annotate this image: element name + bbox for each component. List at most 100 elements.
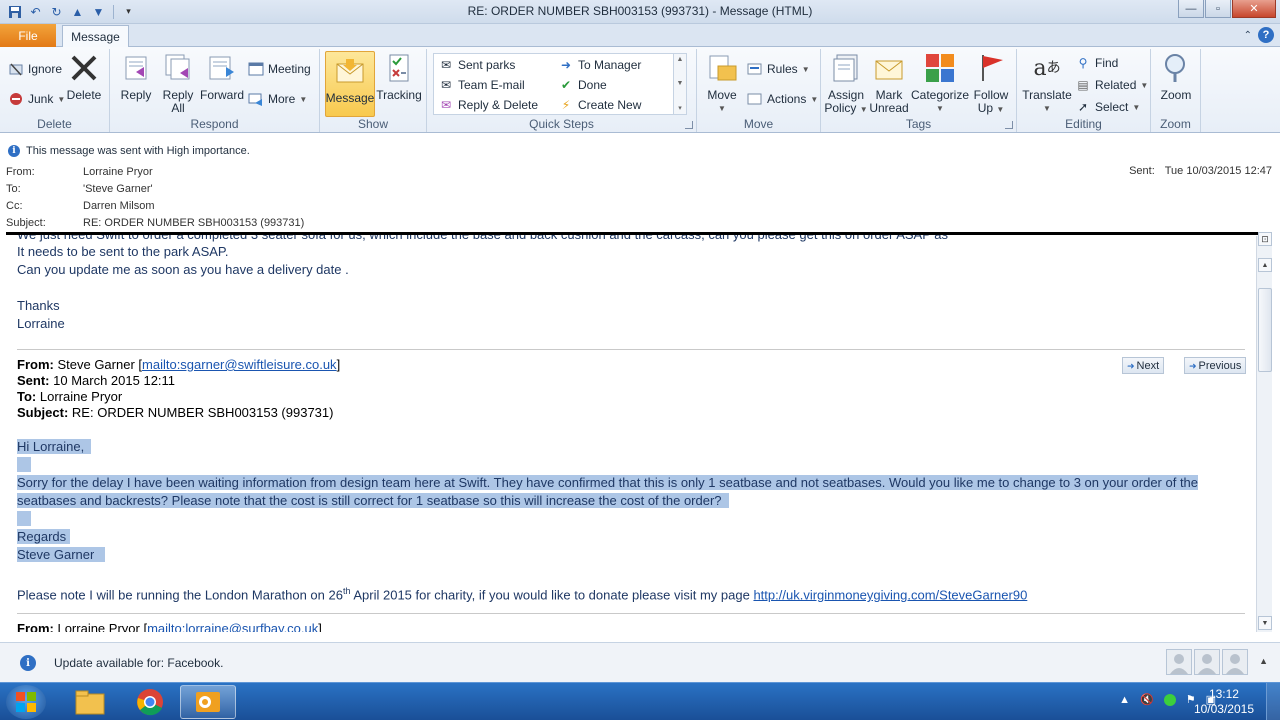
- respond-group: Reply Reply All Forward Meeting More ▼ R…: [110, 49, 320, 132]
- people-avatars: [1166, 649, 1248, 675]
- quickstep-done[interactable]: ✔ Done: [558, 75, 607, 95]
- quote-divider: [17, 349, 1245, 350]
- scroll-thumb[interactable]: [1258, 288, 1272, 372]
- quick-steps-group: ✉ Sent parks ➜ To Manager ✉ Team E-mail …: [427, 49, 697, 132]
- info-icon: i: [20, 655, 36, 671]
- translate-button[interactable]: aあ Translate ▼: [1021, 51, 1073, 115]
- find-button[interactable]: ⚲ Find: [1075, 53, 1119, 73]
- meeting-button[interactable]: Meeting: [248, 59, 311, 79]
- delete-group: Ignore Junk ▼ Delete Delete: [0, 49, 110, 132]
- junk-icon: [8, 91, 24, 107]
- delete-button[interactable]: Delete: [64, 51, 104, 102]
- rules-button[interactable]: Rules ▼: [747, 59, 810, 79]
- person-avatar-icon[interactable]: [1222, 649, 1248, 675]
- status-green-icon[interactable]: [1163, 693, 1176, 706]
- donation-link[interactable]: http://uk.virginmoneygiving.com/SteveGar…: [753, 587, 1027, 602]
- importance-banner: i This message was sent with High import…: [8, 145, 250, 157]
- ignore-button[interactable]: Ignore: [8, 59, 62, 79]
- next-arrow-icon: ➜: [1127, 360, 1135, 371]
- categorize-button[interactable]: Categorize ▼: [911, 51, 969, 115]
- cursor-icon: ➚: [1077, 100, 1089, 114]
- volume-muted-icon[interactable]: 🔇: [1140, 693, 1154, 706]
- more-respond-button[interactable]: More ▼: [248, 89, 307, 109]
- collapse-ribbon-icon[interactable]: ⌃: [1244, 30, 1252, 41]
- person-avatar-icon[interactable]: [1194, 649, 1220, 675]
- quickstep-to-manager[interactable]: ➜ To Manager: [558, 55, 641, 75]
- reply-all-button[interactable]: Reply All: [158, 51, 198, 115]
- forward-button[interactable]: Forward: [200, 51, 244, 102]
- explorer-taskbar-button[interactable]: [62, 685, 118, 719]
- person-avatar-icon[interactable]: [1166, 649, 1192, 675]
- checkmark-icon: ✔: [560, 78, 572, 92]
- outlook-taskbar-button[interactable]: [180, 685, 236, 719]
- junk-button[interactable]: Junk ▼: [8, 89, 65, 109]
- to-value[interactable]: 'Steve Garner': [83, 183, 153, 195]
- body-scrollbar[interactable]: ⊡ ▲ ▼: [1256, 232, 1272, 632]
- show-hidden-icons-icon[interactable]: ▲: [1119, 694, 1130, 706]
- move-folder-icon: [705, 51, 739, 85]
- mark-unread-button[interactable]: Mark Unread: [869, 51, 909, 115]
- quickstep-reply-delete[interactable]: ✉ Reply & Delete: [438, 95, 538, 115]
- quoted-sent-line: Sent: 10 March 2015 12:11: [17, 373, 176, 388]
- quickstep-create-new[interactable]: ⚡ Create New: [558, 95, 642, 115]
- expand-people-pane-icon[interactable]: ▲: [1259, 656, 1268, 666]
- assign-policy-button[interactable]: Assign Policy ▼: [823, 51, 869, 116]
- from-value[interactable]: Lorraine Pryor: [83, 166, 153, 178]
- taskbar-clock[interactable]: 13:12 10/03/2015: [1194, 687, 1254, 717]
- team-email-icon: ✉: [440, 78, 452, 92]
- windows-logo-icon: [16, 692, 36, 712]
- zoom-slider-icon[interactable]: ⊡: [1258, 232, 1272, 246]
- from-row: From: Lorraine Pryor: [6, 166, 153, 178]
- show-message-button[interactable]: Message: [325, 51, 375, 117]
- tab-message[interactable]: Message: [62, 25, 129, 48]
- chrome-taskbar-button[interactable]: [122, 685, 178, 719]
- scroll-down-button[interactable]: ▼: [1258, 616, 1272, 630]
- follow-up-button[interactable]: Follow Up ▼: [971, 51, 1011, 116]
- next-quoted-from-line: From: Lorraine Pryor [mailto:lorraine@su…: [17, 621, 322, 632]
- delete-x-icon: [67, 51, 101, 85]
- quick-steps-gallery: ✉ Sent parks ➜ To Manager ✉ Team E-mail …: [433, 53, 687, 115]
- message-body[interactable]: We just need Swift to order a completed …: [6, 232, 1272, 632]
- chrome-icon: [137, 689, 163, 716]
- scroll-down-icon[interactable]: ▼: [677, 80, 684, 87]
- tab-file[interactable]: File: [0, 24, 56, 47]
- zoom-group: Zoom Zoom: [1151, 49, 1201, 132]
- quoted-from-email-link[interactable]: mailto:sgarner@swiftleisure.co.uk: [142, 357, 337, 372]
- next-quoted-email-link[interactable]: mailto:lorraine@surfbay.co.uk: [147, 621, 318, 632]
- reply-icon: [119, 51, 153, 85]
- info-icon: i: [8, 145, 20, 157]
- expand-gallery-icon[interactable]: ▾: [678, 104, 682, 112]
- rules-icon: [747, 61, 763, 77]
- cc-value[interactable]: Darren Milsom: [83, 200, 155, 212]
- select-button[interactable]: ➚ Select ▼: [1075, 97, 1140, 117]
- maximize-button[interactable]: ▫: [1205, 0, 1231, 18]
- assign-policy-icon: [829, 51, 863, 85]
- reply-button[interactable]: Reply: [116, 51, 156, 102]
- close-button[interactable]: ✕: [1232, 0, 1276, 18]
- scroll-up-icon[interactable]: ▲: [677, 56, 684, 63]
- quickstep-team-email[interactable]: ✉ Team E-mail: [438, 75, 525, 95]
- reply-all-icon: [161, 51, 195, 85]
- help-icon[interactable]: ?: [1258, 27, 1274, 43]
- quick-steps-scroll[interactable]: ▲ ▼ ▾: [673, 54, 686, 114]
- sent-value: Tue 10/03/2015 12:47: [1164, 165, 1272, 177]
- minimize-button[interactable]: —: [1178, 0, 1204, 18]
- quickstep-sent-parks[interactable]: ✉ Sent parks: [438, 55, 515, 75]
- actions-button[interactable]: Actions ▼: [747, 89, 818, 109]
- show-desktop-button[interactable]: [1266, 683, 1280, 720]
- translate-icon: aあ: [1033, 55, 1061, 81]
- move-button[interactable]: Move ▼: [703, 51, 741, 115]
- next-message-button[interactable]: ➜ Next: [1122, 357, 1165, 374]
- previous-message-button[interactable]: ➜ Previous: [1184, 357, 1247, 374]
- start-button[interactable]: [6, 685, 46, 719]
- tracking-button[interactable]: Tracking: [376, 51, 422, 102]
- scroll-up-button[interactable]: ▲: [1258, 258, 1272, 272]
- forward-icon: [205, 51, 239, 85]
- zoom-button[interactable]: Zoom: [1157, 51, 1195, 102]
- body-line-2: Can you update me as soon as you have a …: [17, 262, 349, 277]
- taskbar: ▲ 🔇 ⚑ ▣ 13:12 10/03/2015: [0, 682, 1280, 720]
- related-button[interactable]: ▤ Related ▼: [1075, 75, 1148, 95]
- window-title: RE: ORDER NUMBER SBH003153 (993731) - Me…: [467, 4, 813, 18]
- update-notice[interactable]: i Update available for: Facebook.: [20, 655, 223, 671]
- reply-delete-icon: ✉: [440, 98, 452, 112]
